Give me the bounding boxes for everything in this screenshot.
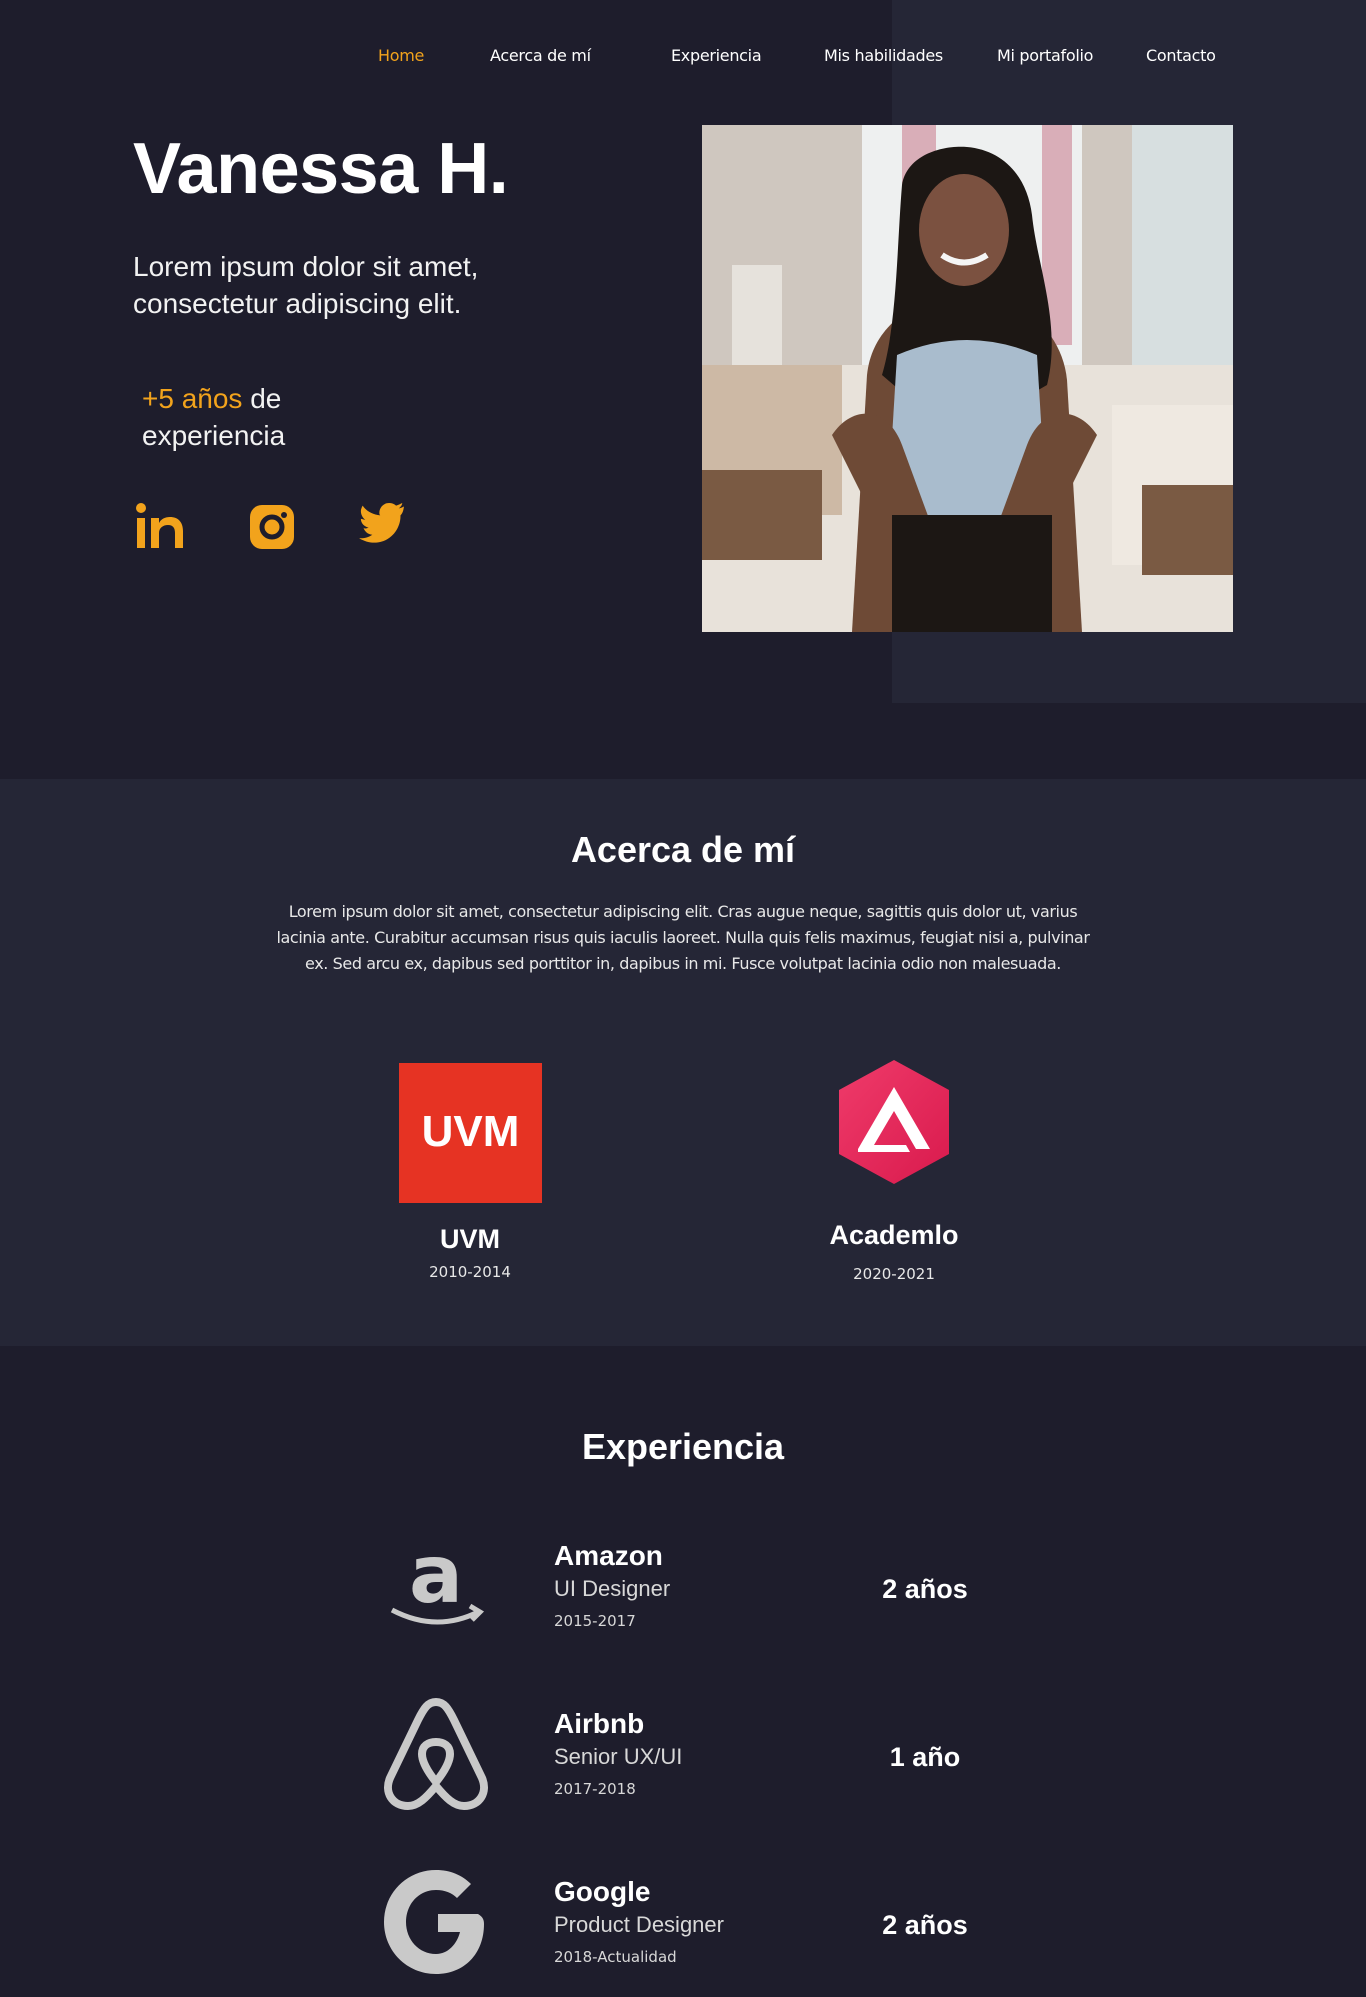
job-item: Google Product Designer 2018-Actualidad … — [0, 1864, 1366, 1994]
nav-contact[interactable]: Contacto — [1146, 46, 1216, 65]
about-title: Acerca de mí — [570, 829, 796, 870]
experience-title: Experiencia — [581, 1426, 785, 1467]
amazon-icon: a — [378, 1528, 494, 1644]
google-icon — [378, 1864, 494, 1980]
main-nav: Home Acerca de mí Experiencia Mis habili… — [0, 46, 1366, 70]
education-years: 2010-2014 — [429, 1263, 511, 1281]
svg-text:UVM: UVM — [421, 1107, 519, 1156]
job-years: 2017-2018 — [554, 1780, 636, 1798]
experience-section: Experiencia a Amazon UI Designer 2015-20… — [0, 1346, 1366, 1997]
education-uvm: UVM UVM 2010-2014 — [350, 1063, 590, 1281]
education-name: UVM — [440, 1224, 500, 1254]
academlo-logo — [839, 1060, 949, 1184]
nav-home[interactable]: Home — [378, 46, 424, 65]
nav-skills[interactable]: Mis habilidades — [824, 46, 943, 65]
svg-text:a: a — [409, 1528, 463, 1621]
nav-about[interactable]: Acerca de mí — [490, 46, 591, 65]
education-name: Academlo — [829, 1220, 959, 1250]
airbnb-icon — [378, 1696, 494, 1812]
job-role: Senior UX/UI — [554, 1744, 683, 1769]
job-item: a Amazon UI Designer 2015-2017 2 años — [0, 1528, 1366, 1658]
job-role: Product Designer — [554, 1912, 724, 1937]
education-years: 2020-2021 — [853, 1265, 935, 1283]
job-company: Google — [554, 1876, 651, 1907]
nav-experience[interactable]: Experiencia — [671, 46, 762, 65]
uvm-logo: UVM — [398, 1063, 542, 1203]
about-body: Lorem ipsum dolor sit amet, consectetur … — [276, 902, 1090, 973]
job-role: UI Designer — [554, 1576, 671, 1601]
job-item: Airbnb Senior UX/UI 2017-2018 1 año — [0, 1696, 1366, 1826]
job-duration: 1 año — [889, 1742, 961, 1772]
profile-photo — [702, 125, 1233, 632]
instagram-icon[interactable] — [245, 500, 299, 554]
experience-highlight: +5 años — [142, 383, 243, 414]
hero-experience: +5 años de experiencia — [142, 380, 402, 454]
twitter-icon[interactable] — [356, 500, 410, 554]
job-duration: 2 años — [882, 1910, 968, 1940]
education-academlo: Academlo 2020-2021 — [774, 1057, 1014, 1283]
linkedin-icon[interactable] — [133, 500, 187, 554]
hero-tagline: Lorem ipsum dolor sit amet, consectetur … — [133, 251, 479, 319]
nav-portfolio[interactable]: Mi portafolio — [997, 46, 1093, 65]
job-duration: 2 años — [882, 1574, 968, 1604]
hero-name: Vanessa H. — [133, 129, 509, 209]
job-years: 2015-2017 — [554, 1612, 636, 1630]
hero-section: Home Acerca de mí Experiencia Mis habili… — [0, 0, 1366, 779]
job-years: 2018-Actualidad — [554, 1948, 677, 1966]
job-company: Amazon — [554, 1540, 663, 1571]
job-company: Airbnb — [554, 1708, 645, 1739]
about-section: Acerca de mí Lorem ipsum dolor sit amet,… — [0, 779, 1366, 1346]
